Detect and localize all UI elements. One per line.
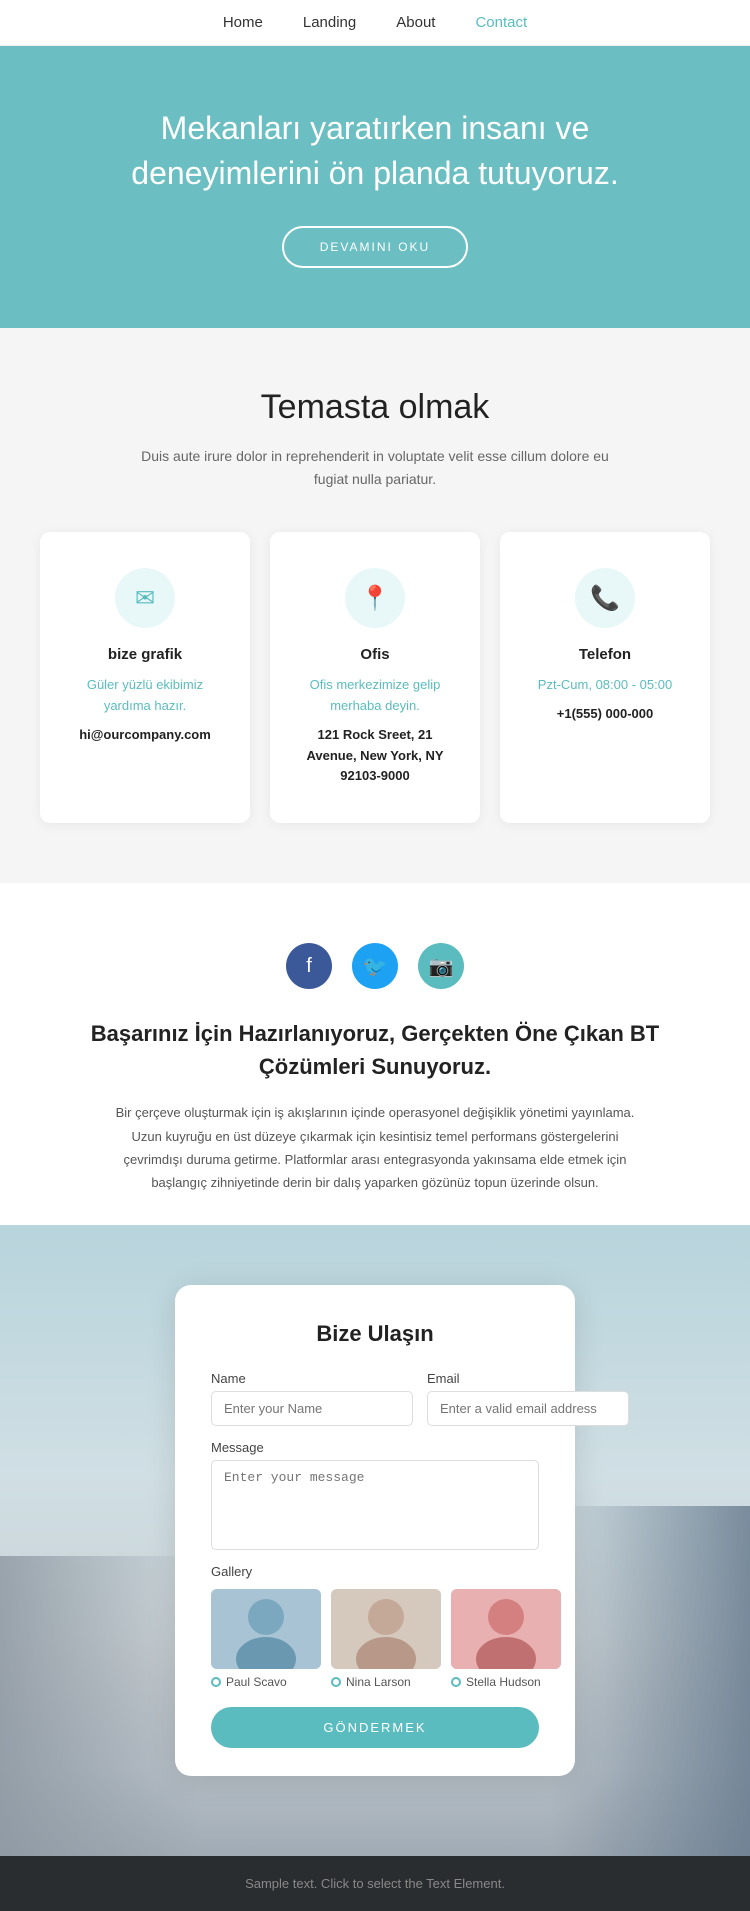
- city-left: [0, 1556, 200, 1856]
- nav-home[interactable]: Home: [223, 14, 263, 31]
- paul-thumb: [211, 1589, 321, 1669]
- gallery-item-nina: Nina Larson: [331, 1589, 441, 1689]
- contact-form-card: Bize Ulaşın Name Email Message Gallery: [175, 1285, 575, 1776]
- phone-icon: 📞: [575, 568, 635, 628]
- phone-card-link: Pzt-Cum, 08:00 - 05:00: [524, 675, 686, 696]
- gallery-item-paul: Paul Scavo: [211, 1589, 321, 1689]
- form-section: Bize Ulaşın Name Email Message Gallery: [0, 1225, 750, 1856]
- social-section: f 🐦 📷 Başarınız İçin Hazırlanıyoruz, Ger…: [0, 883, 750, 1225]
- submit-button[interactable]: GÖNDERMEK: [211, 1707, 539, 1748]
- nav-landing[interactable]: Landing: [303, 14, 356, 31]
- hero-heading: Mekanları yaratırken insanı ve deneyimle…: [80, 106, 670, 196]
- nina-name: Nina Larson: [346, 1675, 411, 1689]
- stella-radio-row: Stella Hudson: [451, 1675, 561, 1689]
- facebook-icon[interactable]: f: [286, 943, 332, 989]
- stella-name: Stella Hudson: [466, 1675, 541, 1689]
- gallery-label: Gallery: [211, 1564, 539, 1579]
- email-card-link: Güler yüzlü ekibimiz yardıma hazır.: [64, 675, 226, 717]
- navigation: Home Landing About Contact: [0, 0, 750, 46]
- paul-radio-row: Paul Scavo: [211, 1675, 321, 1689]
- stella-thumb: [451, 1589, 561, 1669]
- office-card-detail: 121 Rock Sreet, 21 Avenue, New York, NY …: [294, 725, 456, 787]
- social-heading: Başarınız İçin Hazırlanıyoruz, Gerçekten…: [60, 1017, 690, 1083]
- message-label: Message: [211, 1440, 539, 1455]
- stella-radio[interactable]: [451, 1677, 461, 1687]
- phone-card-title: Telefon: [524, 646, 686, 663]
- contact-title: Temasta olmak: [40, 388, 710, 427]
- info-cards: ✉ bize grafik Güler yüzlü ekibimiz yardı…: [40, 532, 710, 823]
- name-label: Name: [211, 1371, 413, 1386]
- gallery-row: Paul Scavo Nina Larson: [211, 1589, 539, 1689]
- nina-thumb: [331, 1589, 441, 1669]
- form-title: Bize Ulaşın: [211, 1321, 539, 1347]
- email-card-title: bize grafik: [64, 646, 226, 663]
- city-right: [550, 1506, 750, 1856]
- email-group: Email: [427, 1371, 629, 1426]
- contact-info-section: Temasta olmak Duis aute irure dolor in r…: [0, 328, 750, 884]
- name-email-row: Name Email: [211, 1371, 539, 1426]
- name-group: Name: [211, 1371, 413, 1426]
- office-card-title: Ofis: [294, 646, 456, 663]
- contact-subtitle: Duis aute irure dolor in reprehenderit i…: [125, 445, 625, 493]
- name-input[interactable]: [211, 1391, 413, 1426]
- message-group: Message: [211, 1440, 539, 1550]
- email-input[interactable]: [427, 1391, 629, 1426]
- email-card: ✉ bize grafik Güler yüzlü ekibimiz yardı…: [40, 532, 250, 823]
- gallery-item-stella: Stella Hudson: [451, 1589, 561, 1689]
- office-card-link: Ofis merkezimize gelip merhaba deyin.: [294, 675, 456, 717]
- nina-radio-row: Nina Larson: [331, 1675, 441, 1689]
- footer-text: Sample text. Click to select the Text El…: [245, 1876, 505, 1891]
- phone-card-detail: +1(555) 000-000: [524, 704, 686, 725]
- nav-contact[interactable]: Contact: [475, 14, 527, 31]
- hero-button[interactable]: DEVAMINI OKU: [282, 226, 468, 268]
- social-body: Bir çerçeve oluşturmak için iş akışların…: [105, 1101, 645, 1195]
- hero-section: Mekanları yaratırken insanı ve deneyimle…: [0, 46, 750, 328]
- location-icon: 📍: [345, 568, 405, 628]
- nav-about[interactable]: About: [396, 14, 435, 31]
- instagram-icon[interactable]: 📷: [418, 943, 464, 989]
- email-card-detail: hi@ourcompany.com: [64, 725, 226, 746]
- footer: Sample text. Click to select the Text El…: [0, 1856, 750, 1911]
- office-card: 📍 Ofis Ofis merkezimize gelip merhaba de…: [270, 532, 480, 823]
- paul-name: Paul Scavo: [226, 1675, 287, 1689]
- nina-radio[interactable]: [331, 1677, 341, 1687]
- paul-radio[interactable]: [211, 1677, 221, 1687]
- twitter-icon[interactable]: 🐦: [352, 943, 398, 989]
- phone-card: 📞 Telefon Pzt-Cum, 08:00 - 05:00 +1(555)…: [500, 532, 710, 823]
- email-icon: ✉: [115, 568, 175, 628]
- email-label: Email: [427, 1371, 629, 1386]
- social-icons-row: f 🐦 📷: [60, 943, 690, 989]
